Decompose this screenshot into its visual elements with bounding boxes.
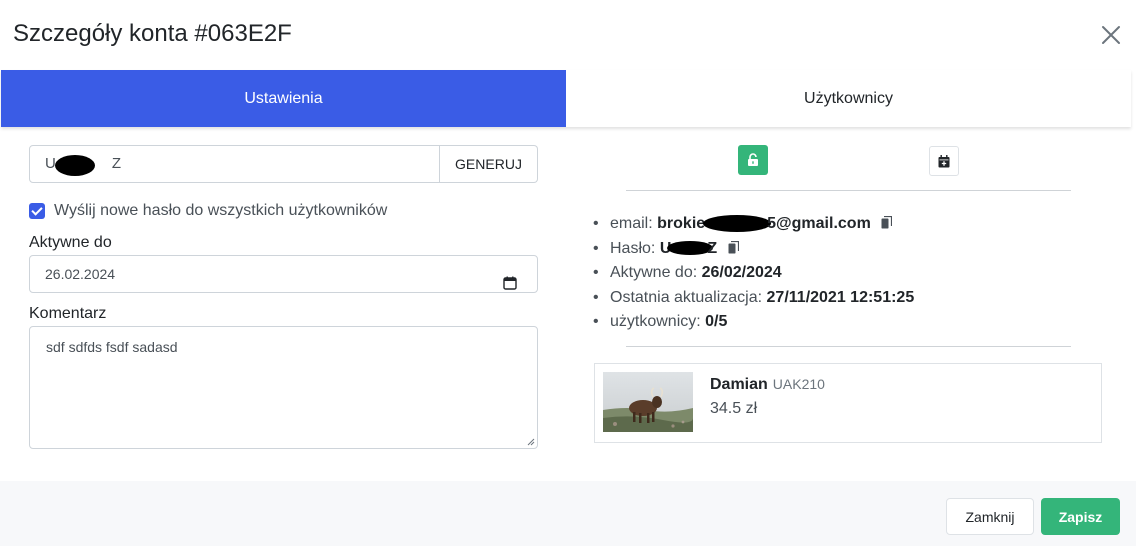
- info-list: email: brokie5@gmail.com Hasło: UZ Aktyw…: [593, 212, 914, 335]
- user-price: 34.5 zł: [710, 400, 758, 417]
- comment-value: sdf sdfds fsdf sadasd: [46, 339, 178, 355]
- tab-settings[interactable]: Ustawienia: [1, 70, 566, 127]
- send-password-label: Wyślij nowe hasło do wszystkich użytkown…: [54, 202, 388, 219]
- generate-button[interactable]: GENERUJ: [440, 145, 538, 183]
- password-input[interactable]: UZ: [29, 145, 440, 183]
- account-details-modal: Szczegóły konta #063E2F Ustawienia Użytk…: [0, 0, 1136, 546]
- info-users: użytkownicy: 0/5: [593, 310, 914, 335]
- redaction-mark: [703, 215, 772, 233]
- unlock-button[interactable]: [738, 145, 768, 175]
- modal-header: Szczegóły konta #063E2F: [0, 0, 1136, 70]
- copy-password-icon[interactable]: [728, 238, 739, 253]
- active-until-input[interactable]: 26.02.2024: [29, 255, 538, 293]
- unlock-icon: [748, 153, 758, 166]
- resize-handle-icon[interactable]: [527, 438, 535, 446]
- comment-label: Komentarz: [29, 305, 107, 322]
- close-button[interactable]: Zamknij: [946, 498, 1034, 535]
- info-active-until: Aktywne do: 26/02/2024: [593, 261, 914, 286]
- calendar-icon[interactable]: [503, 267, 517, 290]
- redaction-mark: [55, 155, 95, 176]
- password-value: UZ: [659, 239, 718, 257]
- send-password-row: Wyślij nowe hasło do wszystkich użytkown…: [29, 202, 387, 220]
- password-suffix: Z: [111, 155, 122, 172]
- close-icon[interactable]: [1100, 24, 1122, 46]
- tab-bar: Ustawienia Użytkownicy: [1, 70, 1131, 127]
- user-card[interactable]: Damian UAK210 34.5 zł: [594, 363, 1102, 443]
- divider: [626, 190, 1071, 191]
- extend-date-button[interactable]: [929, 146, 959, 176]
- active-until-value: 26.02.2024: [45, 266, 116, 282]
- divider: [626, 346, 1071, 347]
- copy-email-icon[interactable]: [881, 213, 893, 229]
- info-email: email: brokie5@gmail.com: [593, 212, 914, 237]
- comment-textarea[interactable]: sdf sdfds fsdf sadasd: [29, 326, 538, 449]
- modal-footer: Zamknij Zapisz: [0, 481, 1136, 546]
- active-until-label: Aktywne do: [29, 234, 112, 251]
- user-name: Damian UAK210: [710, 376, 825, 393]
- email-value: brokie 5@gmail.com: [657, 215, 871, 233]
- user-avatar: [603, 372, 693, 432]
- password-group: UZ GENERUJ: [29, 145, 538, 183]
- user-code: UAK210: [772, 376, 825, 392]
- info-password: Hasło: UZ: [593, 237, 914, 262]
- save-button[interactable]: Zapisz: [1041, 498, 1120, 535]
- calendar-plus-icon: [938, 154, 950, 167]
- modal-title: Szczegóły konta #063E2F: [13, 20, 292, 47]
- send-password-checkbox[interactable]: [29, 203, 45, 219]
- tab-users[interactable]: Użytkownicy: [566, 70, 1131, 127]
- info-last-update: Ostatnia aktualizacja: 27/11/2021 12:51:…: [593, 286, 914, 311]
